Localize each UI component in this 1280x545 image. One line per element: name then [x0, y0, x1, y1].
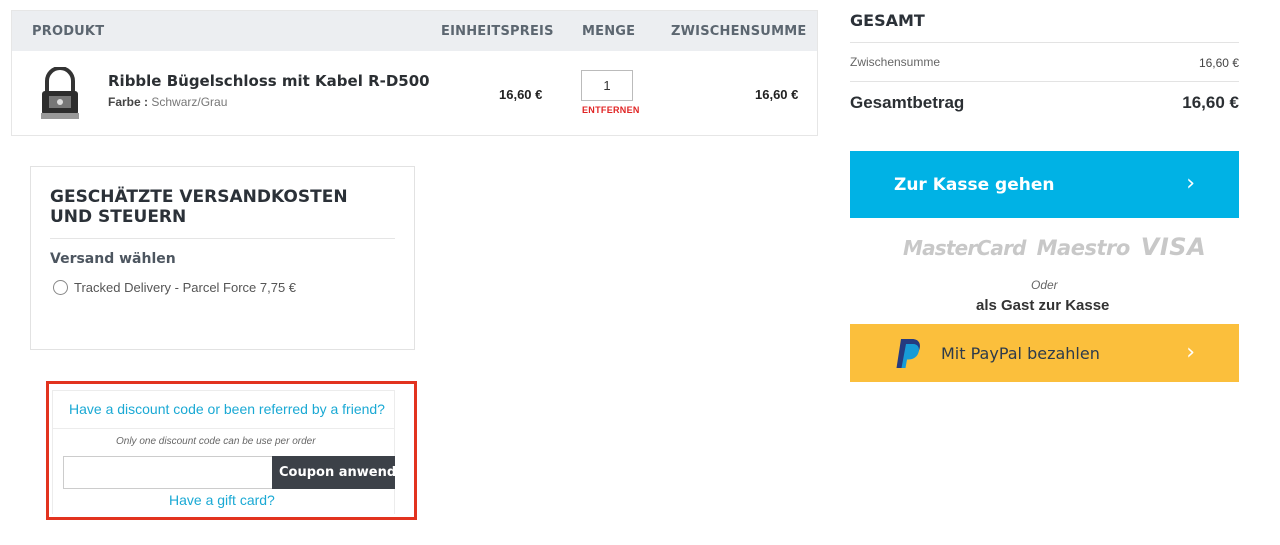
divider [52, 428, 395, 429]
divider [850, 42, 1239, 43]
discount-note: Only one discount code can be use per or… [116, 436, 316, 447]
checkout-button[interactable]: Zur Kasse gehen › [850, 151, 1239, 218]
grand-total-label: Gesamtbetrag [850, 93, 965, 112]
cart-header-row: PRODUKT EINHEITSPREIS MENGE ZWISCHENSUMM… [12, 11, 817, 51]
or-text: Oder [1031, 278, 1058, 292]
guest-checkout-link[interactable]: als Gast zur Kasse [976, 297, 1109, 314]
header-product: PRODUKT [32, 24, 105, 39]
attribute-value: Schwarz/Grau [151, 95, 228, 109]
header-quantity: MENGE [582, 24, 636, 39]
apply-coupon-button[interactable]: Coupon anwenden [272, 456, 395, 489]
shipping-title: GESCHÄTZTE VERSANDKOSTEN UND STEUERN [50, 187, 348, 227]
cart-item-row: Ribble Bügelschloss mit Kabel R-D500 Far… [12, 51, 817, 136]
grand-total-value: 16,60 € [1182, 93, 1239, 112]
remove-item-button[interactable]: ENTFERNEN [582, 105, 640, 115]
mastercard-logo: MasterCard [903, 236, 1026, 260]
product-thumbnail-lock-icon[interactable] [37, 67, 83, 121]
paypal-icon [896, 339, 920, 368]
maestro-logo: Maestro [1036, 236, 1131, 260]
divider [50, 238, 395, 239]
shipping-option-radio[interactable] [53, 280, 68, 295]
totals-subtotal-value: 16,60 € [1198, 56, 1239, 70]
discount-code-toggle-link[interactable]: Have a discount code or been referred by… [69, 401, 385, 417]
shipping-option-label: Tracked Delivery - Parcel Force 7,75 € [74, 280, 297, 295]
header-unit-price: EINHEITSPREIS [441, 24, 554, 39]
visa-logo: VISA [1140, 233, 1207, 261]
coupon-code-input[interactable] [63, 456, 273, 489]
paypal-button[interactable]: Mit PayPal bezahlen › [850, 324, 1239, 382]
shipping-option[interactable]: Tracked Delivery - Parcel Force 7,75 € [53, 280, 296, 295]
totals-title: GESAMT [850, 11, 925, 30]
totals-subtotal-label: Zwischensumme [850, 55, 941, 69]
header-subtotal: ZWISCHENSUMME [671, 24, 807, 39]
chevron-right-icon: › [1186, 340, 1195, 365]
attribute-label: Farbe : [108, 95, 149, 109]
quantity-input[interactable]: 1 [581, 70, 633, 101]
shipping-subtitle: Versand wählen [50, 251, 176, 267]
gift-card-link[interactable]: Have a gift card? [169, 492, 275, 508]
payment-logos: MasterCard Maestro VISA [903, 233, 1217, 261]
line-subtotal: 16,60 € [755, 87, 799, 102]
unit-price: 16,60 € [499, 87, 543, 102]
paypal-button-label: Mit PayPal bezahlen [941, 344, 1100, 363]
chevron-right-icon: › [1186, 171, 1195, 196]
product-attribute: Farbe : Schwarz/Grau [108, 95, 227, 109]
divider [850, 81, 1239, 82]
checkout-button-label: Zur Kasse gehen [894, 175, 1055, 195]
product-name-link[interactable]: Ribble Bügelschloss mit Kabel R-D500 [108, 72, 430, 90]
shipping-estimate-panel: GESCHÄTZTE VERSANDKOSTEN UND STEUERN Ver… [30, 166, 415, 350]
cart-table: PRODUKT EINHEITSPREIS MENGE ZWISCHENSUMM… [11, 10, 818, 136]
